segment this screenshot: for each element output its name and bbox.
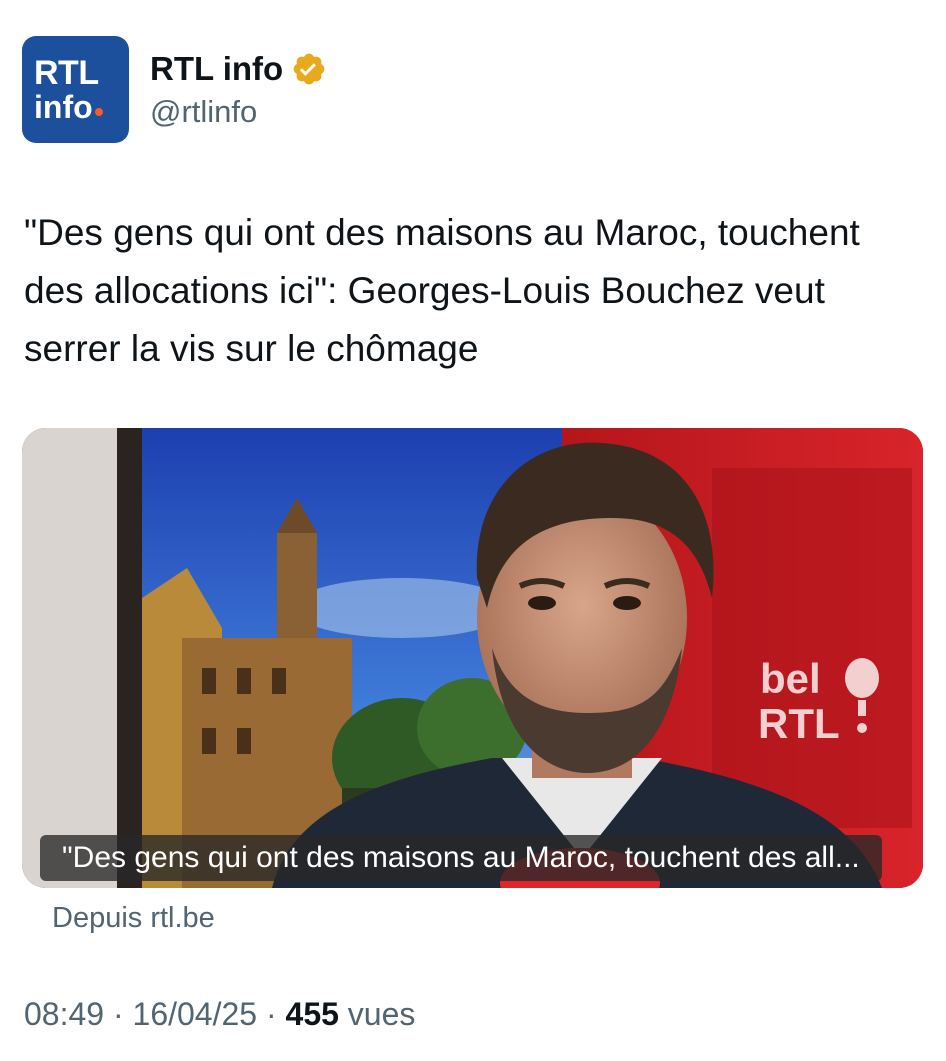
tweet-date[interactable]: 16/04/25 [133,996,258,1032]
media-image: bel RTL [22,428,923,888]
views-label: vues [338,996,416,1032]
bel-rtl-logo-line2: RTL [758,700,840,747]
handle[interactable]: @rtlinfo [150,94,257,130]
tweet: RTL info RTL info @rtlinfo "Des gens qui… [0,0,946,1061]
tweet-text: "Des gens qui ont des maisons au Maroc, … [24,212,860,369]
display-name-text: RTL info [150,50,284,87]
bel-rtl-logo-icon [845,658,879,698]
tweet-time[interactable]: 08:49 [24,996,104,1032]
bg-wall [22,428,122,888]
avatar-dot [94,107,103,116]
verified-badge-icon[interactable] [291,51,327,87]
avatar[interactable]: RTL info [22,36,129,143]
source-link[interactable]: Depuis rtl.be [52,902,215,935]
meta-separator: · [257,996,286,1032]
avatar-text-rtl: RTL [34,53,99,92]
video-caption: "Des gens qui ont des maisons au Maroc, … [40,835,882,881]
meta-separator: · [104,996,133,1032]
tweet-meta: 08:49 · 16/04/25 · 455 vues [24,996,415,1033]
avatar-text-info-word: info [34,88,93,125]
media-card[interactable]: bel RTL [22,428,923,888]
avatar-text-info: info [34,90,129,124]
display-name[interactable]: RTL info [150,50,327,88]
bel-rtl-logo-line1: bel [760,655,821,702]
views-count[interactable]: 455 [286,996,339,1032]
